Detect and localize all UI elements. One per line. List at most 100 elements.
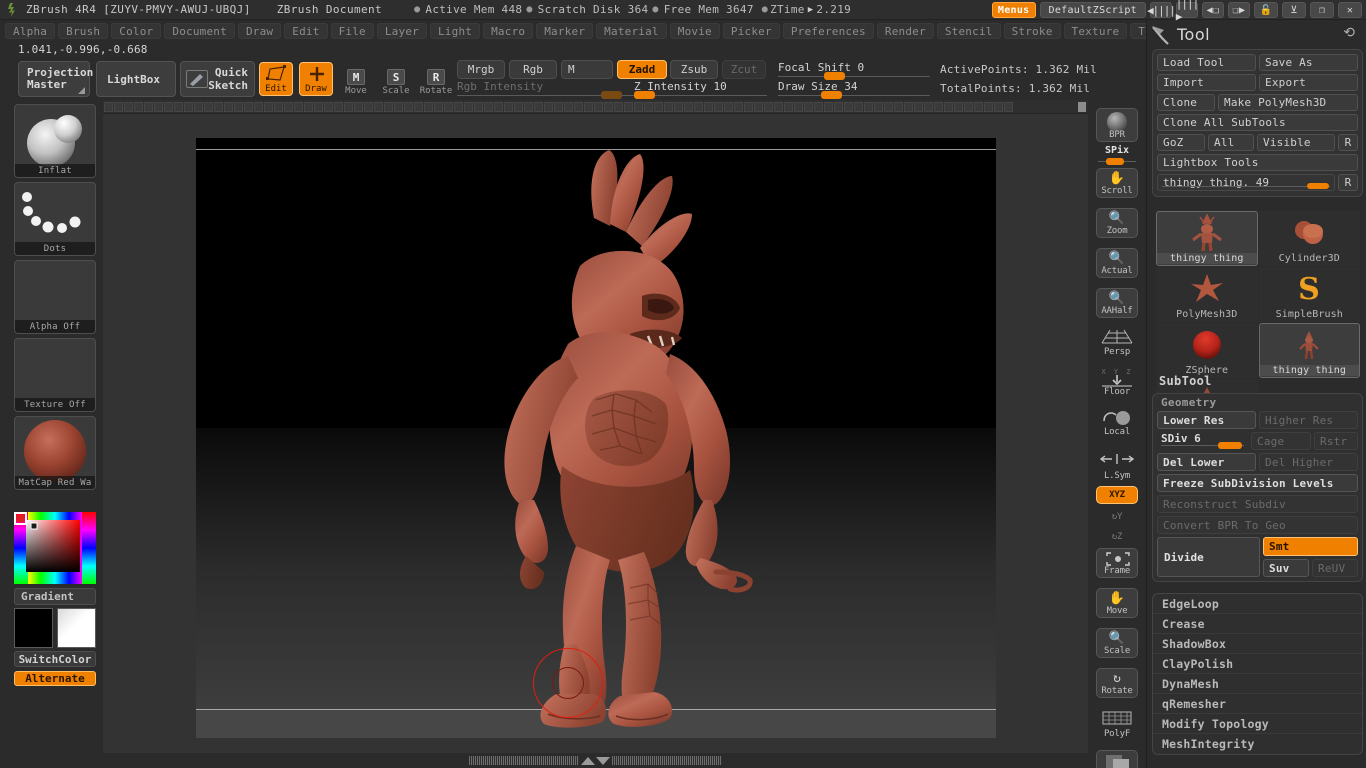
zsub-button[interactable]: Zsub	[670, 60, 718, 79]
tool-thumb-simplebrush[interactable]: S SimpleBrush	[1258, 267, 1360, 322]
rotate-icon-box[interactable]: ↻ Rotate	[1096, 668, 1138, 698]
tray-tab[interactable]	[894, 101, 903, 112]
floor-icon-box[interactable]: X Y Z Floor	[1096, 368, 1138, 398]
lightbox-tools-button[interactable]: Lightbox Tools	[1157, 154, 1358, 171]
zoom-icon-box[interactable]: 🔍 Zoom	[1096, 208, 1138, 238]
tray-tab[interactable]	[434, 101, 443, 112]
section-edgeloop[interactable]: EdgeLoop	[1153, 594, 1362, 614]
import-button[interactable]: Import	[1157, 74, 1256, 91]
menu-item-macro[interactable]: Macro	[483, 23, 534, 39]
switch-color-button[interactable]: SwitchColor	[14, 651, 96, 667]
tray-tab[interactable]	[344, 101, 353, 112]
tray-tab[interactable]	[844, 101, 853, 112]
clone-all-subtools-button[interactable]: Clone All SubTools	[1157, 114, 1358, 131]
tray-tab[interactable]	[564, 101, 573, 112]
tray-tab[interactable]	[384, 101, 393, 112]
actual-button[interactable]: 🔍 Actual	[1096, 248, 1138, 278]
goz-r-button[interactable]: R	[1338, 134, 1358, 151]
tray-tab[interactable]	[644, 101, 653, 112]
tray-tab[interactable]	[454, 101, 463, 112]
scroll-left-track[interactable]	[469, 756, 579, 765]
tray-left-icon[interactable]: ◀❏	[1202, 2, 1224, 18]
tray-tab[interactable]	[954, 101, 963, 112]
freeze-subdivision-levels-button[interactable]: Freeze SubDivision Levels	[1157, 474, 1358, 492]
tray-tab[interactable]	[114, 101, 123, 112]
tray-tab[interactable]	[124, 101, 133, 112]
maximize-button[interactable]: ❐	[1310, 2, 1334, 18]
tray-tab[interactable]	[684, 101, 693, 112]
tray-tab[interactable]	[484, 101, 493, 112]
tray-tab[interactable]	[364, 101, 373, 112]
persp-icon-box[interactable]: Persp	[1096, 328, 1138, 358]
lsym-button[interactable]: L.Sym	[1096, 452, 1138, 482]
tray-tab[interactable]	[374, 101, 383, 112]
menu-item-marker[interactable]: Marker	[536, 23, 594, 39]
tray-tab[interactable]	[604, 101, 613, 112]
tray-tab[interactable]	[994, 101, 1003, 112]
aahalf-button[interactable]: 🔍 AAHalf	[1096, 288, 1138, 318]
local-icon-box[interactable]: Local	[1096, 408, 1138, 438]
menu-item-edit[interactable]: Edit	[284, 23, 328, 39]
tray-tab[interactable]	[164, 101, 173, 112]
quick-sketch-button[interactable]: Quick Sketch	[180, 61, 255, 97]
menu-item-render[interactable]: Render	[876, 23, 934, 39]
slider-knob[interactable]	[634, 91, 655, 99]
menu-item-color[interactable]: Color	[111, 23, 162, 39]
tray-tab[interactable]	[284, 101, 293, 112]
move-icon-box[interactable]: ✋ Move	[1096, 588, 1138, 618]
frame-icon-box[interactable]: Frame	[1096, 548, 1138, 578]
tray-tab[interactable]	[714, 101, 723, 112]
geometry-header[interactable]: Geometry	[1153, 394, 1362, 411]
tray-tab[interactable]	[234, 101, 243, 112]
tray-tab[interactable]	[694, 101, 703, 112]
tray-tab[interactable]	[254, 101, 263, 112]
frame-button[interactable]: Frame	[1096, 548, 1138, 578]
section-dynamesh[interactable]: DynaMesh	[1153, 674, 1362, 694]
higher-res-button[interactable]: Higher Res	[1259, 411, 1358, 429]
slider-knob[interactable]	[821, 91, 842, 99]
slider-knob[interactable]	[1307, 183, 1329, 189]
bpr-button[interactable]: BPR	[1096, 108, 1138, 142]
tray-tab[interactable]	[664, 101, 673, 112]
tray-tab[interactable]	[584, 101, 593, 112]
primary-color-swatch[interactable]	[14, 608, 53, 648]
tray-tab[interactable]	[184, 101, 193, 112]
tray-right-icon[interactable]: ❏▶	[1228, 2, 1250, 18]
tray-tab[interactable]	[424, 101, 433, 112]
tray-tab[interactable]	[594, 101, 603, 112]
tray-tab[interactable]	[784, 101, 793, 112]
menu-item-stroke[interactable]: Stroke	[1003, 23, 1061, 39]
tray-tab[interactable]	[874, 101, 883, 112]
menu-item-layer[interactable]: Layer	[376, 23, 427, 39]
tool-thumb-cylinder3d[interactable]: Cylinder3D	[1258, 211, 1360, 266]
projection-master-button[interactable]: Projection Master	[18, 61, 93, 97]
tray-tab[interactable]	[204, 101, 213, 112]
tool-thumb-zsphere[interactable]: ZSphere	[1156, 323, 1258, 378]
menu-item-brush[interactable]: Brush	[58, 23, 109, 39]
clone-button[interactable]: Clone	[1157, 94, 1215, 111]
zadd-button[interactable]: Zadd	[617, 60, 667, 79]
document-tray-tabs[interactable]	[103, 100, 1088, 114]
goz-visible-button[interactable]: Visible	[1257, 134, 1335, 151]
canvas-horizontal-scrollbar[interactable]	[103, 753, 1088, 768]
reset-icon[interactable]: ⟲	[1343, 25, 1355, 41]
tray-tab[interactable]	[654, 101, 663, 112]
tray-tab[interactable]	[304, 101, 313, 112]
tray-tab[interactable]	[734, 101, 743, 112]
tray-tab[interactable]	[814, 101, 823, 112]
tray-tab[interactable]	[274, 101, 283, 112]
tray-tab[interactable]	[464, 101, 473, 112]
mrgb-button[interactable]: Mrgb	[457, 60, 505, 79]
tray-tab[interactable]	[264, 101, 273, 112]
tray-tab[interactable]	[614, 101, 623, 112]
tray-tab[interactable]	[964, 101, 973, 112]
goz-button[interactable]: GoZ	[1157, 134, 1205, 151]
aahalf-icon-box[interactable]: 🔍 AAHalf	[1096, 288, 1138, 318]
tray-tab[interactable]	[674, 101, 683, 112]
tray-tab[interactable]	[984, 101, 993, 112]
lock-icon[interactable]: 🔓	[1254, 2, 1278, 18]
menu-item-draw[interactable]: Draw	[237, 23, 282, 39]
m-button[interactable]: M	[561, 60, 613, 79]
lower-res-button[interactable]: Lower Res	[1157, 411, 1256, 429]
menu-item-stencil[interactable]: Stencil	[936, 23, 1001, 39]
